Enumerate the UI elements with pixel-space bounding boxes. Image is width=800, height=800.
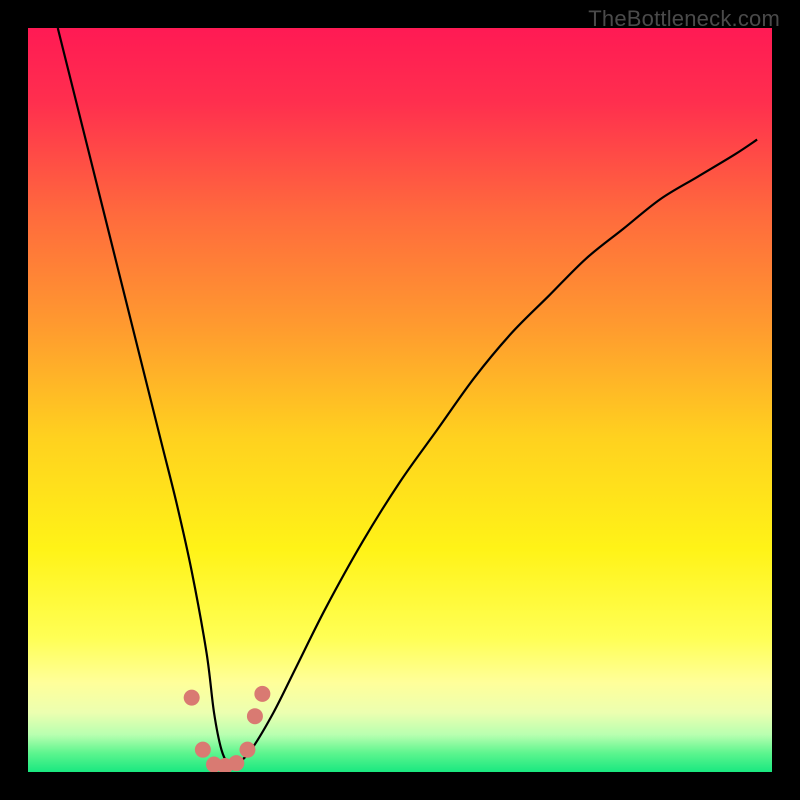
data-point-marker xyxy=(239,742,255,758)
plot-area xyxy=(28,28,772,772)
data-point-marker xyxy=(228,755,244,771)
watermark-text: TheBottleneck.com xyxy=(588,6,780,32)
data-point-marker xyxy=(184,690,200,706)
data-point-marker xyxy=(254,686,270,702)
data-point-marker xyxy=(195,742,211,758)
data-point-marker xyxy=(247,708,263,724)
bottleneck-curve xyxy=(28,28,772,772)
